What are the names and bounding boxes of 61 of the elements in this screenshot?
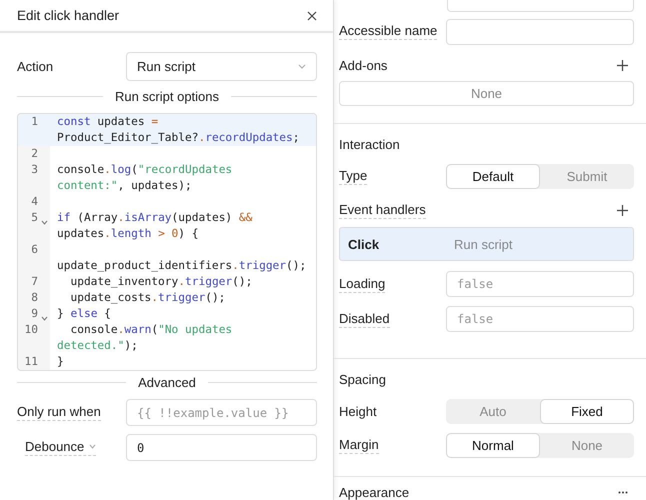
code-line: update_product_identifiers.trigger(); bbox=[57, 259, 306, 272]
code-line: content:", updates); bbox=[57, 179, 192, 192]
line-number: 8 bbox=[31, 290, 38, 306]
section-heading: Interaction bbox=[339, 137, 401, 152]
event-handler-item[interactable]: Click Run script bbox=[339, 227, 634, 262]
fold-chevron-icon[interactable] bbox=[41, 316, 48, 321]
chevron-down-icon bbox=[298, 64, 306, 69]
section-title: Run script options bbox=[114, 89, 220, 104]
segment-option[interactable]: Default bbox=[446, 164, 540, 190]
field-label: Disabled bbox=[339, 310, 390, 328]
line-number: 1 bbox=[31, 114, 38, 130]
fold-chevron-icon[interactable] bbox=[41, 220, 48, 225]
section-title: Advanced bbox=[138, 375, 196, 390]
code-line: } else { bbox=[57, 307, 111, 320]
line-number: 7 bbox=[31, 274, 38, 290]
segment-option[interactable]: Normal bbox=[446, 433, 540, 458]
field-label: Height bbox=[339, 404, 377, 420]
field-label: Event handlers bbox=[339, 202, 426, 220]
code-line: update_costs.trigger(); bbox=[69, 291, 226, 304]
line-number: 5 bbox=[31, 210, 38, 226]
code-line: detected."); bbox=[57, 339, 138, 352]
code-line: update_inventory.trigger(); bbox=[69, 275, 252, 288]
section-heading: Spacing bbox=[339, 372, 387, 388]
field-label: Margin bbox=[339, 437, 379, 454]
line-number: 9 bbox=[31, 306, 38, 322]
add-icon[interactable] bbox=[617, 205, 628, 216]
code-editor[interactable] bbox=[17, 113, 317, 371]
field-label: Action bbox=[17, 59, 54, 74]
field-label: Loading bbox=[339, 276, 386, 293]
field-label: Type bbox=[339, 168, 368, 186]
code-line: updates.length > 0) { bbox=[57, 227, 198, 240]
section-heading: Appearance bbox=[339, 484, 410, 500]
line-number: 2 bbox=[31, 146, 38, 162]
add-icon[interactable] bbox=[617, 60, 628, 70]
line-number: 11 bbox=[24, 354, 38, 370]
dialog-title: Edit click handler bbox=[17, 8, 120, 23]
close-icon[interactable] bbox=[307, 10, 317, 20]
loading-input[interactable]: false bbox=[446, 271, 634, 298]
addons-empty-box: None bbox=[339, 80, 634, 106]
field-label: Only run when bbox=[17, 404, 101, 421]
line-number: 6 bbox=[31, 242, 38, 258]
text-field[interactable] bbox=[447, 0, 634, 12]
debounce-input[interactable]: 0 bbox=[126, 434, 317, 461]
field-label: Accessible name bbox=[339, 23, 438, 40]
code-line: if (Array.isArray(updates) && bbox=[57, 211, 252, 224]
action-select[interactable]: Run script bbox=[126, 52, 317, 81]
debounce-dropdown[interactable]: Debounce bbox=[25, 439, 96, 456]
more-icon[interactable] bbox=[618, 490, 628, 494]
code-line: Product_Editor_Table?.recordUpdates; bbox=[57, 131, 300, 144]
condition-input[interactable]: {{ !!example.value }} bbox=[126, 399, 317, 426]
code-line: const updates = bbox=[57, 115, 158, 128]
line-number: 4 bbox=[31, 194, 38, 210]
segment-option[interactable]: Fixed bbox=[540, 399, 634, 424]
line-number: 10 bbox=[24, 322, 38, 338]
line-number: 3 bbox=[31, 162, 38, 178]
accessible-name-input[interactable] bbox=[446, 18, 634, 44]
code-line: console.log("recordUpdates bbox=[57, 163, 232, 176]
field-label: Add-ons bbox=[339, 58, 388, 72]
code-line: } bbox=[57, 355, 64, 368]
code-line: console.warn("No updates bbox=[69, 323, 232, 336]
chevron-down-icon bbox=[89, 444, 96, 449]
